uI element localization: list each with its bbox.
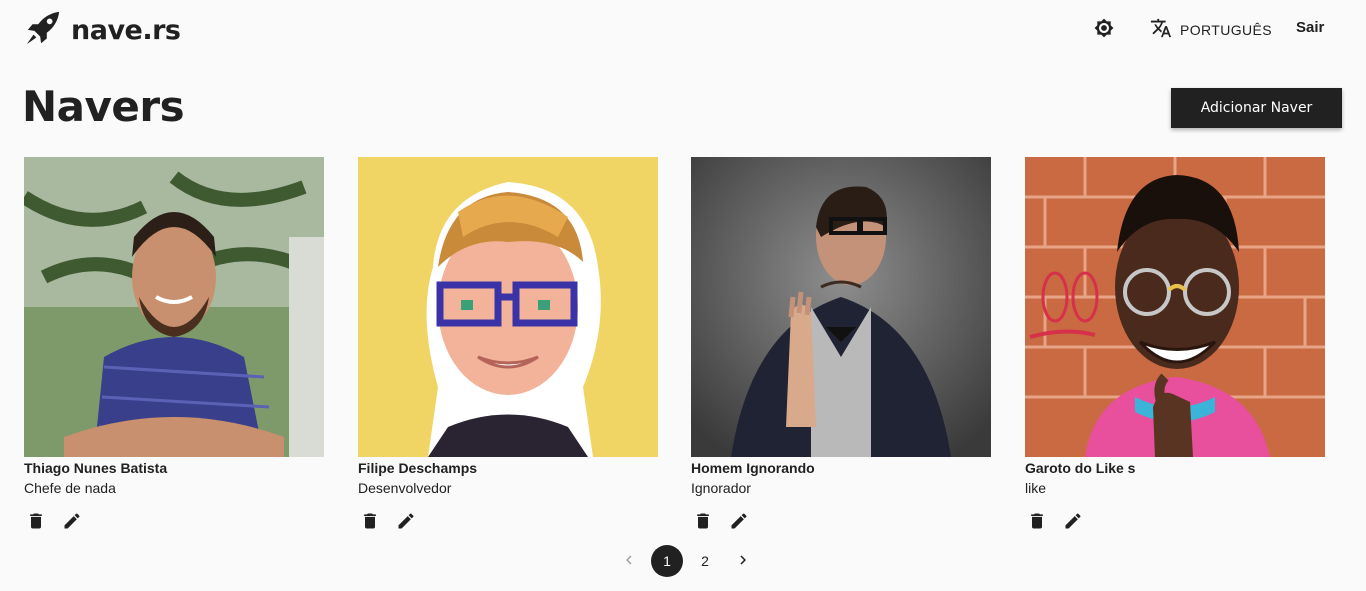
- naver-card: Garoto do Like s like: [1025, 157, 1325, 535]
- naver-photo[interactable]: [358, 157, 658, 457]
- translate-icon: [1150, 17, 1180, 44]
- trash-icon: [1027, 511, 1047, 536]
- naver-photo[interactable]: [691, 157, 991, 457]
- previous-page-button[interactable]: [613, 545, 645, 577]
- naver-card: Filipe Deschamps Desenvolvedor: [358, 157, 658, 535]
- app-header: nave.rs PORTUGUÊS Sair: [0, 0, 1366, 58]
- naver-name: Thiago Nunes Batista: [24, 460, 168, 476]
- pencil-icon: [396, 511, 416, 536]
- page-title: Navers: [22, 82, 185, 131]
- brand-logo[interactable]: nave.rs: [24, 9, 181, 52]
- next-page-button[interactable]: [727, 545, 759, 577]
- pencil-icon: [729, 511, 749, 536]
- delete-button[interactable]: [691, 511, 715, 535]
- naver-card: Thiago Nunes Batista Chefe de nada: [24, 157, 324, 535]
- add-naver-button[interactable]: Adicionar Naver: [1171, 88, 1342, 128]
- trash-icon: [360, 511, 380, 536]
- card-actions: [1025, 511, 1325, 535]
- pencil-icon: [62, 511, 82, 536]
- edit-button[interactable]: [394, 511, 418, 535]
- page-button[interactable]: 2: [689, 545, 721, 577]
- theme-toggle-button[interactable]: [1090, 16, 1118, 44]
- chevron-right-icon: [734, 551, 752, 572]
- naver-role: Ignorador: [691, 480, 751, 496]
- language-button[interactable]: PORTUGUÊS: [1150, 16, 1272, 44]
- delete-button[interactable]: [358, 511, 382, 535]
- pencil-icon: [1063, 511, 1083, 536]
- brightness-icon: [1094, 18, 1114, 43]
- naver-role: Desenvolvedor: [358, 480, 452, 496]
- naver-name: Homem Ignorando: [691, 460, 815, 476]
- naver-role: Chefe de nada: [24, 480, 116, 496]
- trash-icon: [26, 511, 46, 536]
- rocket-icon: [24, 9, 62, 52]
- language-label: PORTUGUÊS: [1180, 22, 1273, 38]
- chevron-left-icon: [620, 551, 638, 572]
- card-actions: [691, 511, 991, 535]
- naver-photo[interactable]: [1025, 157, 1325, 457]
- pagination: 1 2: [610, 545, 762, 577]
- naver-name: Garoto do Like s: [1025, 460, 1136, 476]
- edit-button[interactable]: [727, 511, 751, 535]
- delete-button[interactable]: [1025, 511, 1049, 535]
- naver-name: Filipe Deschamps: [358, 460, 478, 476]
- delete-button[interactable]: [24, 511, 48, 535]
- naver-role: like: [1025, 480, 1047, 496]
- brand-name: nave.rs: [71, 15, 181, 46]
- edit-button[interactable]: [1061, 511, 1085, 535]
- naver-photo[interactable]: [24, 157, 324, 457]
- edit-button[interactable]: [60, 511, 84, 535]
- card-actions: [358, 511, 658, 535]
- trash-icon: [693, 511, 713, 536]
- logout-button[interactable]: Sair: [1296, 19, 1324, 36]
- card-actions: [24, 511, 324, 535]
- naver-card: Homem Ignorando Ignorador: [691, 157, 991, 535]
- page-button[interactable]: 1: [651, 545, 683, 577]
